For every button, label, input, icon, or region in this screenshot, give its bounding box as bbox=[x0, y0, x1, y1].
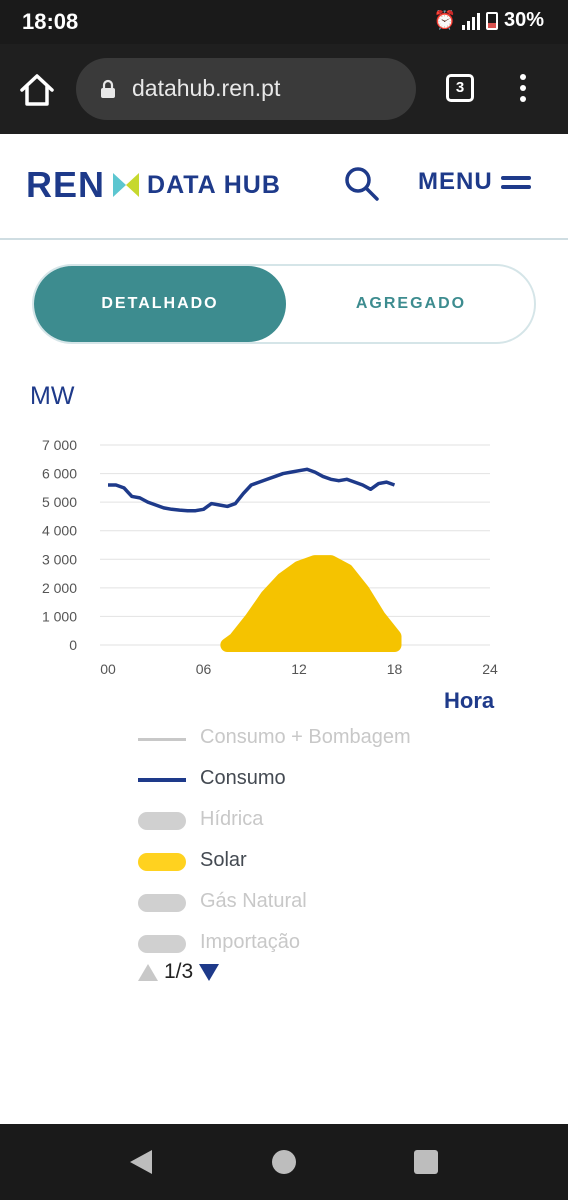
page-indicator: 1/3 bbox=[164, 960, 194, 983]
legend-pill-swatch bbox=[138, 853, 186, 871]
x-tick-label: 00 bbox=[100, 661, 116, 677]
status-icons: ⏰ 30% bbox=[434, 9, 544, 32]
more-options-icon[interactable] bbox=[516, 74, 530, 106]
legend-pager: 1/3 bbox=[138, 960, 220, 984]
menu-button[interactable]: MENU bbox=[418, 168, 531, 196]
url-text: datahub.ren.pt bbox=[132, 75, 281, 101]
recents-icon[interactable] bbox=[414, 1150, 438, 1174]
ren-logo[interactable]: REN DATA HUB bbox=[26, 164, 281, 206]
legend-item-hidrica[interactable]: Hídrica bbox=[138, 806, 438, 836]
view-toggle: DETALHADO AGREGADO bbox=[32, 264, 536, 344]
logo-hub-text: DATA HUB bbox=[147, 170, 281, 199]
x-axis-label: Hora bbox=[444, 688, 495, 713]
legend-pill-swatch bbox=[138, 812, 186, 830]
legend-line-swatch bbox=[138, 778, 186, 782]
menu-label: MENU bbox=[418, 168, 493, 195]
legend-label: Consumo + Bombagem bbox=[200, 726, 411, 748]
production-chart: 0 1 000 2 000 3 000 4 000 5 000 6 000 7 000 00 06… bbox=[42, 437, 498, 677]
status-time: 18:08 bbox=[22, 9, 79, 34]
legend-label: Importação bbox=[200, 931, 301, 953]
y-tick-label: 0 bbox=[69, 637, 77, 653]
home-icon[interactable] bbox=[18, 72, 56, 108]
signal-icon bbox=[461, 12, 480, 30]
x-tick-label: 24 bbox=[482, 661, 498, 677]
alarm-icon: ⏰ bbox=[433, 10, 456, 30]
logo-ren-text: REN bbox=[26, 164, 106, 205]
legend-item-gas-natural[interactable]: Gás Natural bbox=[138, 888, 438, 918]
series-solar-area bbox=[220, 555, 402, 652]
y-tick-label: 7 000 bbox=[42, 437, 77, 453]
legend-item-consumo[interactable]: Consumo bbox=[138, 765, 438, 795]
series-consumo-line bbox=[108, 467, 396, 513]
y-tick-label: 2 000 bbox=[42, 580, 77, 596]
legend-item-consumo-bombagem[interactable]: Consumo + Bombagem bbox=[138, 724, 438, 754]
logo-bowtie-icon bbox=[113, 173, 140, 197]
legend-label: Gás Natural bbox=[200, 890, 307, 912]
y-tick-label: 1 000 bbox=[42, 608, 77, 624]
y-tick-label: 6 000 bbox=[42, 466, 77, 482]
search-icon[interactable] bbox=[344, 166, 380, 202]
hamburger-icon bbox=[500, 171, 531, 194]
address-bar[interactable]: datahub.ren.pt bbox=[76, 58, 416, 120]
browser-toolbar: datahub.ren.pt 3 bbox=[0, 44, 568, 134]
legend-line-swatch bbox=[138, 738, 186, 741]
x-tick-label: 12 bbox=[291, 661, 307, 677]
system-nav-bar bbox=[0, 1124, 568, 1200]
status-bar: 18:08 ⏰ 30% bbox=[0, 0, 568, 44]
page-down-icon[interactable] bbox=[199, 963, 220, 981]
toggle-detalhado[interactable]: DETALHADO bbox=[34, 266, 286, 342]
toggle-agregado[interactable]: AGREGADO bbox=[286, 266, 536, 342]
back-icon[interactable] bbox=[130, 1150, 152, 1174]
y-axis-unit: MW bbox=[30, 382, 75, 410]
page-up-icon[interactable] bbox=[138, 963, 158, 981]
legend-pill-swatch bbox=[138, 894, 186, 912]
y-tick-label: 3 000 bbox=[42, 551, 77, 567]
tab-switcher-button[interactable]: 3 bbox=[446, 74, 474, 102]
legend-item-importacao[interactable]: Importação bbox=[138, 929, 438, 959]
legend-item-solar[interactable]: Solar bbox=[138, 847, 438, 877]
legend-label: Hídrica bbox=[200, 808, 264, 830]
legend-label: Consumo bbox=[200, 767, 286, 789]
x-tick-label: 06 bbox=[196, 661, 212, 677]
site-header: REN DATA HUB MENU bbox=[0, 134, 568, 240]
legend-pill-swatch bbox=[138, 935, 186, 953]
y-tick-label: 5 000 bbox=[42, 494, 77, 510]
x-tick-label: 18 bbox=[387, 661, 403, 677]
y-tick-label: 4 000 bbox=[42, 523, 77, 539]
home-circle-icon[interactable] bbox=[272, 1150, 296, 1174]
legend-label: Solar bbox=[200, 849, 247, 871]
battery-icon bbox=[485, 11, 498, 30]
lock-icon bbox=[100, 78, 116, 98]
battery-level: 30% bbox=[503, 9, 544, 31]
